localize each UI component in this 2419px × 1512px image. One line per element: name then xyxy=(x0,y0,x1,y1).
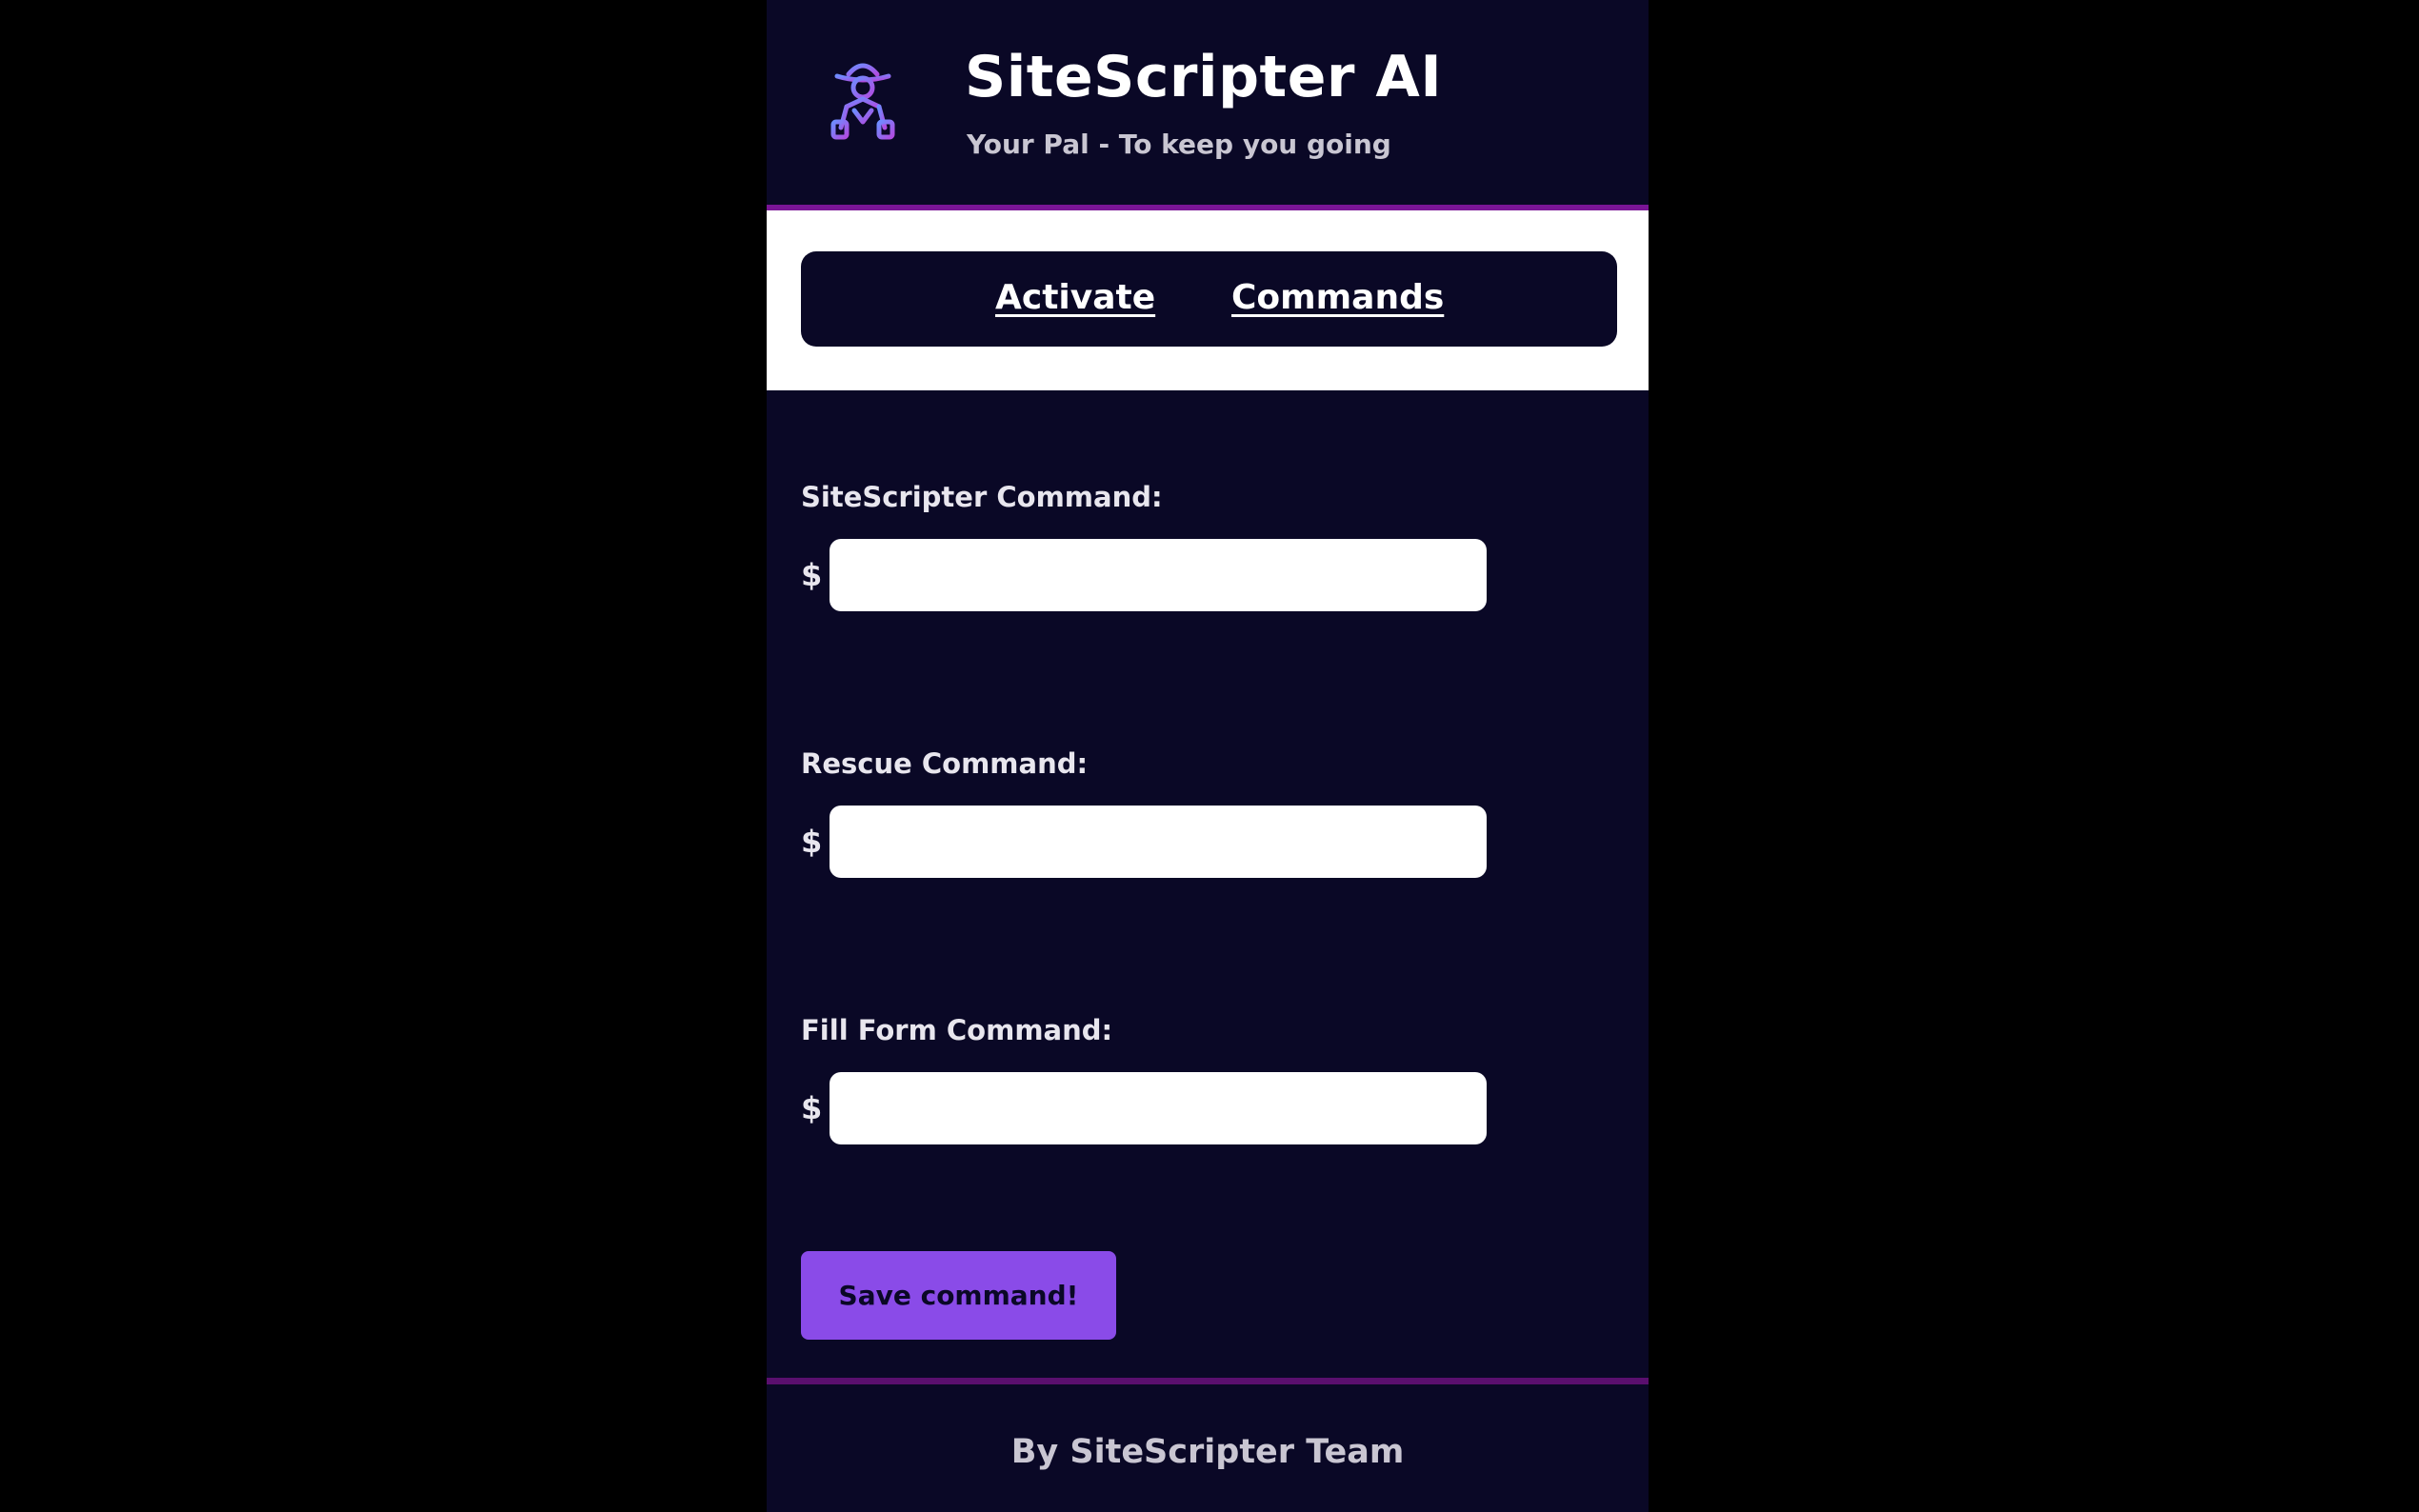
detective-hat-icon xyxy=(820,53,906,144)
nav-bar: Activate Commands xyxy=(801,251,1617,347)
app-subtitle: Your Pal - To keep you going xyxy=(967,129,1391,160)
rescue-command-input[interactable] xyxy=(830,806,1487,878)
rescue-command-label: Rescue Command: xyxy=(801,747,1089,780)
sitescripter-command-label: SiteScripter Command: xyxy=(801,481,1163,513)
header: SiteScripter AI Your Pal - To keep you g… xyxy=(767,0,1649,205)
nav-link-activate[interactable]: Activate xyxy=(995,278,1155,317)
nav-link-commands[interactable]: Commands xyxy=(1231,278,1444,317)
save-command-button[interactable]: Save command! xyxy=(801,1251,1116,1340)
fill-form-command-input[interactable] xyxy=(830,1072,1487,1144)
dollar-prefix: $ xyxy=(801,1090,823,1126)
footer-credit: By SiteScripter Team xyxy=(1010,1433,1405,1471)
nav-section: Activate Commands xyxy=(767,210,1649,390)
dollar-prefix: $ xyxy=(801,824,823,860)
sitescripter-command-input[interactable] xyxy=(830,539,1487,611)
app-title: SiteScripter AI xyxy=(965,44,1443,110)
footer-divider xyxy=(767,1378,1649,1384)
fill-form-command-label: Fill Form Command: xyxy=(801,1014,1113,1046)
extension-popup: SiteScripter AI Your Pal - To keep you g… xyxy=(767,0,1649,1512)
dollar-prefix: $ xyxy=(801,557,823,593)
